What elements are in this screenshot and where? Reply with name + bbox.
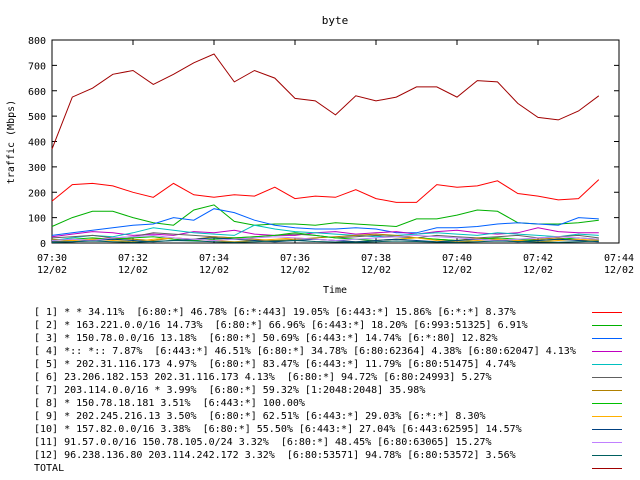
legend-entry-label: [ 9] * 202.245.216.13 3.50% [6:80:*] 62.… xyxy=(34,411,486,422)
legend-entry-label: [12] 96.238.136.80 203.114.242.172 3.32%… xyxy=(34,450,516,461)
legend-entry-label: [ 8] * 150.78.18.181 3.51% [6:443:*] 100… xyxy=(34,398,305,409)
legend-swatch xyxy=(592,390,622,391)
legend-swatch xyxy=(592,403,622,404)
legend-swatch xyxy=(592,351,622,352)
legend-swatch xyxy=(592,416,622,417)
legend-entry-label: TOTAL xyxy=(34,463,65,474)
legend-entry-label: [ 6] 23.206.182.153 202.31.116.173 4.13%… xyxy=(34,372,492,383)
legend-swatch xyxy=(592,429,622,430)
legend-swatch xyxy=(592,442,622,443)
legend-swatch xyxy=(592,364,622,365)
legend-swatch xyxy=(592,377,622,378)
legend-entry-label: [ 3] * 150.78.0.0/16 13.18% [6:80:*] 50.… xyxy=(34,333,498,344)
legend-swatch xyxy=(592,338,622,339)
legend-entry-label: [ 7] 203.114.0.0/16 * 3.99% [6:80:*] 59.… xyxy=(34,385,426,396)
legend-entry-label: [11] 91.57.0.0/16 150.78.105.0/24 3.32% … xyxy=(34,437,492,448)
legend-swatch xyxy=(592,468,622,469)
legend-swatch xyxy=(592,325,622,326)
legend-swatch xyxy=(592,455,622,456)
legend-entry-label: [ 1] * * 34.11% [6:80:*] 46.78% [6:*:443… xyxy=(34,307,516,318)
legend-entry-label: [10] * 157.82.0.0/16 3.38% [6:80:*] 55.5… xyxy=(34,424,522,435)
legend-entry-label: [ 4] *:: *:: 7.87% [6:443:*] 46.51% [6:8… xyxy=(34,346,576,357)
legend-entry-label: [ 2] * 163.221.0.0/16 14.73% [6:80:*] 66… xyxy=(34,320,528,331)
legend: [ 1] * * 34.11% [6:80:*] 46.78% [6:*:443… xyxy=(0,0,640,480)
legend-swatch xyxy=(592,312,622,313)
legend-entry-label: [ 5] * 202.31.116.173 4.97% [6:80:*] 83.… xyxy=(34,359,516,370)
